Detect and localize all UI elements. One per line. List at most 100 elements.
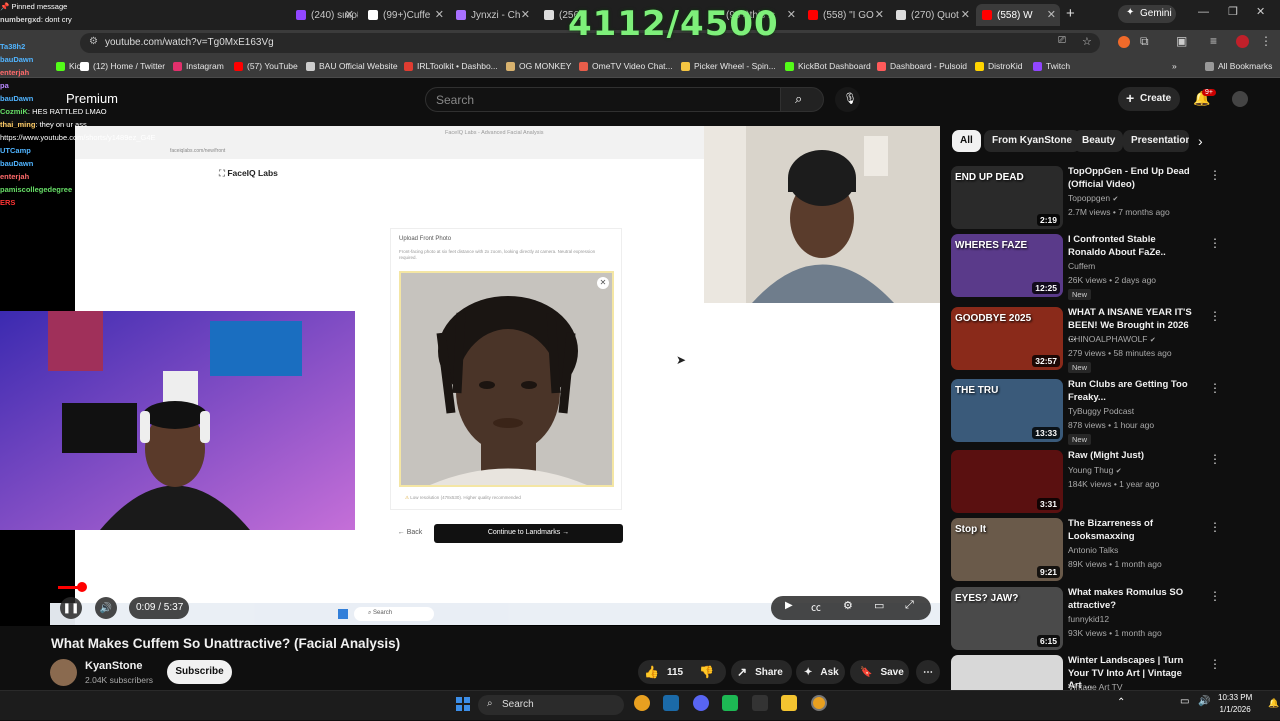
restore-button[interactable]: ❐ — [1228, 5, 1238, 18]
recommended-video[interactable]: WHERES FAZE 12:25 I Confronted Stable Rona… — [951, 234, 1276, 300]
bookmark-item[interactable]: BAU Official Website — [306, 61, 398, 71]
miniplayer-icon[interactable]: ▭ — [874, 599, 884, 612]
chrome-icon[interactable] — [634, 695, 650, 711]
windows-search-box[interactable]: ⌕ Search — [478, 695, 624, 715]
more-actions-button[interactable]: ⋯ — [916, 660, 940, 684]
autoplay-icon[interactable]: ▶ — [785, 600, 793, 611]
video-thumbnail[interactable]: GOODBYE 2025 32:57 — [951, 307, 1063, 370]
bookmark-item[interactable]: Dashboard - Pulsoid — [877, 61, 967, 71]
channel-name[interactable]: Antonio Talks — [1068, 545, 1118, 555]
bookmarks-overflow-icon[interactable]: » — [1172, 61, 1177, 71]
pause-button[interactable]: ❚❚ — [60, 597, 82, 619]
bookmark-item[interactable]: DistroKid — [975, 61, 1022, 71]
fullscreen-icon[interactable]: ⤢ — [905, 599, 914, 612]
channel-name[interactable]: Cuffem — [1068, 261, 1095, 271]
chip-all[interactable]: All — [952, 130, 981, 152]
video-thumbnail[interactable]: EYES? JAW? 6:15 — [951, 587, 1063, 650]
channel-name[interactable]: CHINOALPHAWOLF ✔ — [1068, 334, 1156, 344]
progress-track[interactable] — [58, 586, 933, 589]
like-icon[interactable]: 👍 — [644, 665, 659, 679]
save-button[interactable]: 🔖 Save — [850, 660, 909, 684]
settings-gear-icon[interactable]: ⚙ — [843, 599, 853, 612]
channel-name[interactable]: funnykid12 — [1068, 614, 1109, 624]
chip-presentation[interactable]: Presentation — [1123, 130, 1189, 152]
recommended-video[interactable]: Stop It 9:21 The Bizarreness of Looksmaxxi… — [951, 518, 1276, 584]
back-button[interactable]: ← Back — [392, 524, 428, 543]
menu-dots-icon[interactable]: ⋮ — [1260, 34, 1272, 48]
close-icon[interactable]: ✕ — [345, 8, 354, 21]
file-explorer-icon[interactable] — [781, 695, 797, 711]
channel-avatar[interactable] — [50, 659, 77, 686]
obs-icon[interactable] — [752, 695, 768, 711]
close-icon[interactable]: ✕ — [521, 8, 530, 21]
system-clock[interactable]: 10:33 PM 1/1/2026 — [1218, 692, 1252, 716]
channel-name[interactable]: Topoppgen ✔ — [1068, 193, 1118, 203]
close-window-button[interactable]: ✕ — [1256, 5, 1265, 18]
browser-tab[interactable]: (99+)Cuffe ✕ — [362, 4, 448, 26]
share-button[interactable]: ↗ Share — [731, 660, 792, 684]
close-icon[interactable]: ✕ — [435, 8, 444, 21]
minimize-button[interactable]: — — [1198, 6, 1209, 18]
captions-icon[interactable]: ㏄ — [811, 599, 821, 614]
create-button[interactable]: + Create — [1118, 87, 1180, 111]
progress-scrubber[interactable] — [77, 582, 87, 592]
recommended-video[interactable]: GOODBYE 2025 32:57 WHAT A INSANE YEAR IT'S… — [951, 307, 1276, 373]
browser-tab-active[interactable]: (558) W ✕ — [976, 4, 1060, 26]
continue-to-landmarks-button[interactable]: Continue to Landmarks → — [434, 524, 623, 543]
dislike-icon[interactable]: 👎 — [699, 665, 714, 679]
notification-center-icon[interactable]: 🔔 — [1268, 698, 1279, 709]
bookmark-item[interactable]: OmeTV Video Chat... — [579, 61, 673, 71]
chrome-active-icon[interactable] — [811, 695, 827, 711]
video-thumbnail[interactable]: 3:31 — [951, 450, 1063, 513]
close-icon[interactable]: ✕ — [787, 8, 796, 21]
extensions-puzzle-icon[interactable]: ⧉ — [1140, 34, 1149, 49]
tray-chevron-icon[interactable]: ⌃ — [1117, 697, 1125, 708]
discord-icon[interactable] — [693, 695, 709, 711]
bookmark-item[interactable]: Instagram — [173, 61, 224, 71]
bookmark-item[interactable]: (57) YouTube — [234, 61, 298, 71]
subscribe-button[interactable]: Subscribe — [167, 660, 232, 684]
gemini-button[interactable]: ✦ Gemini — [1118, 5, 1176, 23]
video-title[interactable]: I Confronted Stable Ronaldo About FaZe.. — [1068, 234, 1193, 259]
bookmark-item[interactable]: Twitch — [1033, 61, 1070, 71]
browser-tab[interactable]: (240) ѕιмρℓ ✕ — [290, 4, 358, 26]
voice-search-button[interactable]: 🎙 — [835, 87, 860, 112]
more-options-icon[interactable]: ⋮ — [1209, 309, 1221, 323]
ask-button[interactable]: ✦ Ask — [796, 660, 845, 684]
steam-icon[interactable] — [663, 695, 679, 711]
cast-icon[interactable]: ⎚ — [1058, 35, 1066, 46]
more-options-icon[interactable]: ⋮ — [1209, 452, 1221, 466]
side-panel-icon[interactable]: ▣ — [1176, 34, 1187, 48]
bookmark-item[interactable]: Picker Wheel - Spin... — [681, 61, 776, 71]
more-options-icon[interactable]: ⋮ — [1209, 381, 1221, 395]
video-title[interactable]: TopOppGen - End Up Dead (Official Video) — [1068, 166, 1193, 191]
recommended-video[interactable]: END UP DEAD 2:19 TopOppGen - End Up Dead (… — [951, 166, 1276, 232]
media-controls-icon[interactable]: ≡ — [1210, 34, 1217, 48]
all-bookmarks-button[interactable]: All Bookmarks — [1205, 61, 1272, 71]
chevron-right-icon[interactable]: › — [1198, 133, 1203, 149]
search-button[interactable]: ⌕ — [780, 87, 824, 112]
channel-name[interactable]: Young Thug ✔ — [1068, 465, 1122, 475]
bookmark-star-icon[interactable]: ☆ — [1082, 35, 1092, 48]
channel-name[interactable]: TyBuggy Podcast — [1068, 406, 1134, 416]
close-icon[interactable]: ✕ — [961, 8, 970, 21]
bookmark-item[interactable]: KickBot Dashboard — [785, 61, 871, 71]
more-options-icon[interactable]: ⋮ — [1209, 589, 1221, 603]
more-options-icon[interactable]: ⋮ — [1209, 168, 1221, 182]
recommended-video[interactable]: THE TRU 13:33 Run Clubs are Getting Too Fr… — [951, 379, 1276, 445]
close-icon[interactable]: ✕ — [1047, 8, 1056, 21]
more-options-icon[interactable]: ⋮ — [1209, 657, 1221, 671]
bookmark-item[interactable]: OG MONKEY — [506, 61, 571, 71]
more-options-icon[interactable]: ⋮ — [1209, 236, 1221, 250]
remove-photo-icon[interactable]: ✕ — [597, 277, 609, 289]
chip-beauty[interactable]: Beauty — [1074, 130, 1124, 152]
video-title[interactable]: Run Clubs are Getting Too Freaky... — [1068, 379, 1193, 404]
new-tab-button[interactable]: + — [1066, 5, 1075, 22]
start-button[interactable] — [456, 697, 470, 711]
recommended-video[interactable]: EYES? JAW? 6:15 What makes Romulus SO attr… — [951, 587, 1276, 653]
search-input[interactable]: Search — [425, 87, 781, 112]
volume-tray-icon[interactable]: 🔊 — [1198, 696, 1210, 707]
browser-tab[interactable]: (270) Quot ✕ — [890, 4, 974, 26]
video-thumbnail[interactable]: THE TRU 13:33 — [951, 379, 1063, 442]
extension-icon[interactable] — [1118, 36, 1130, 48]
